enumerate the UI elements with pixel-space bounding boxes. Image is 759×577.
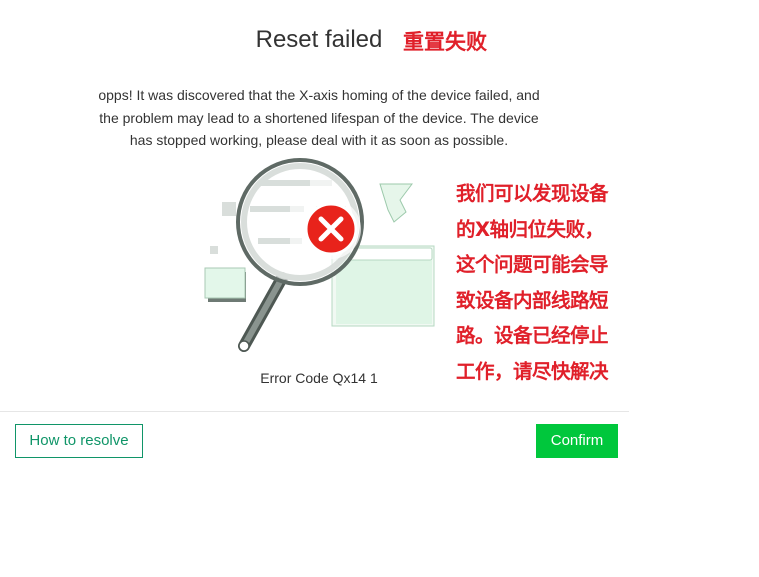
- annotation-line: 这个问题可能会导: [456, 253, 609, 276]
- annotation-line: 致设备内部线路短: [456, 288, 609, 312]
- message-line: opps! It was discovered that the X-axis …: [98, 87, 540, 103]
- how-to-resolve-button[interactable]: How to resolve: [15, 424, 143, 458]
- error-code: Error Code Qx14 1: [260, 370, 378, 386]
- footer-divider: [0, 411, 629, 412]
- message-line: has stopped working, please deal with it…: [129, 132, 509, 148]
- annotation-line: 的X轴归位失败，: [456, 217, 604, 241]
- title-annotation: 重置失败: [403, 30, 487, 54]
- annotation-line: 我们可以发现设备: [456, 182, 609, 205]
- reset-failed-dialog: Reset failed 重置失败 opps! It was discovere…: [0, 0, 629, 470]
- magnifier-error-icon: [200, 150, 440, 360]
- dialog-title: Reset failed: [255, 26, 383, 53]
- annotation-line: 路。设备已经停止: [456, 324, 609, 347]
- error-message: opps! It was discovered that the X-axis …: [60, 84, 578, 152]
- chinese-annotation: 我们可以发现设备 的X轴归位失败， 这个问题可能会导 致设备内部线路短 路。设备…: [456, 176, 632, 389]
- confirm-button[interactable]: Confirm: [536, 424, 618, 458]
- message-line: the problem may lead to a shortened life…: [99, 109, 539, 126]
